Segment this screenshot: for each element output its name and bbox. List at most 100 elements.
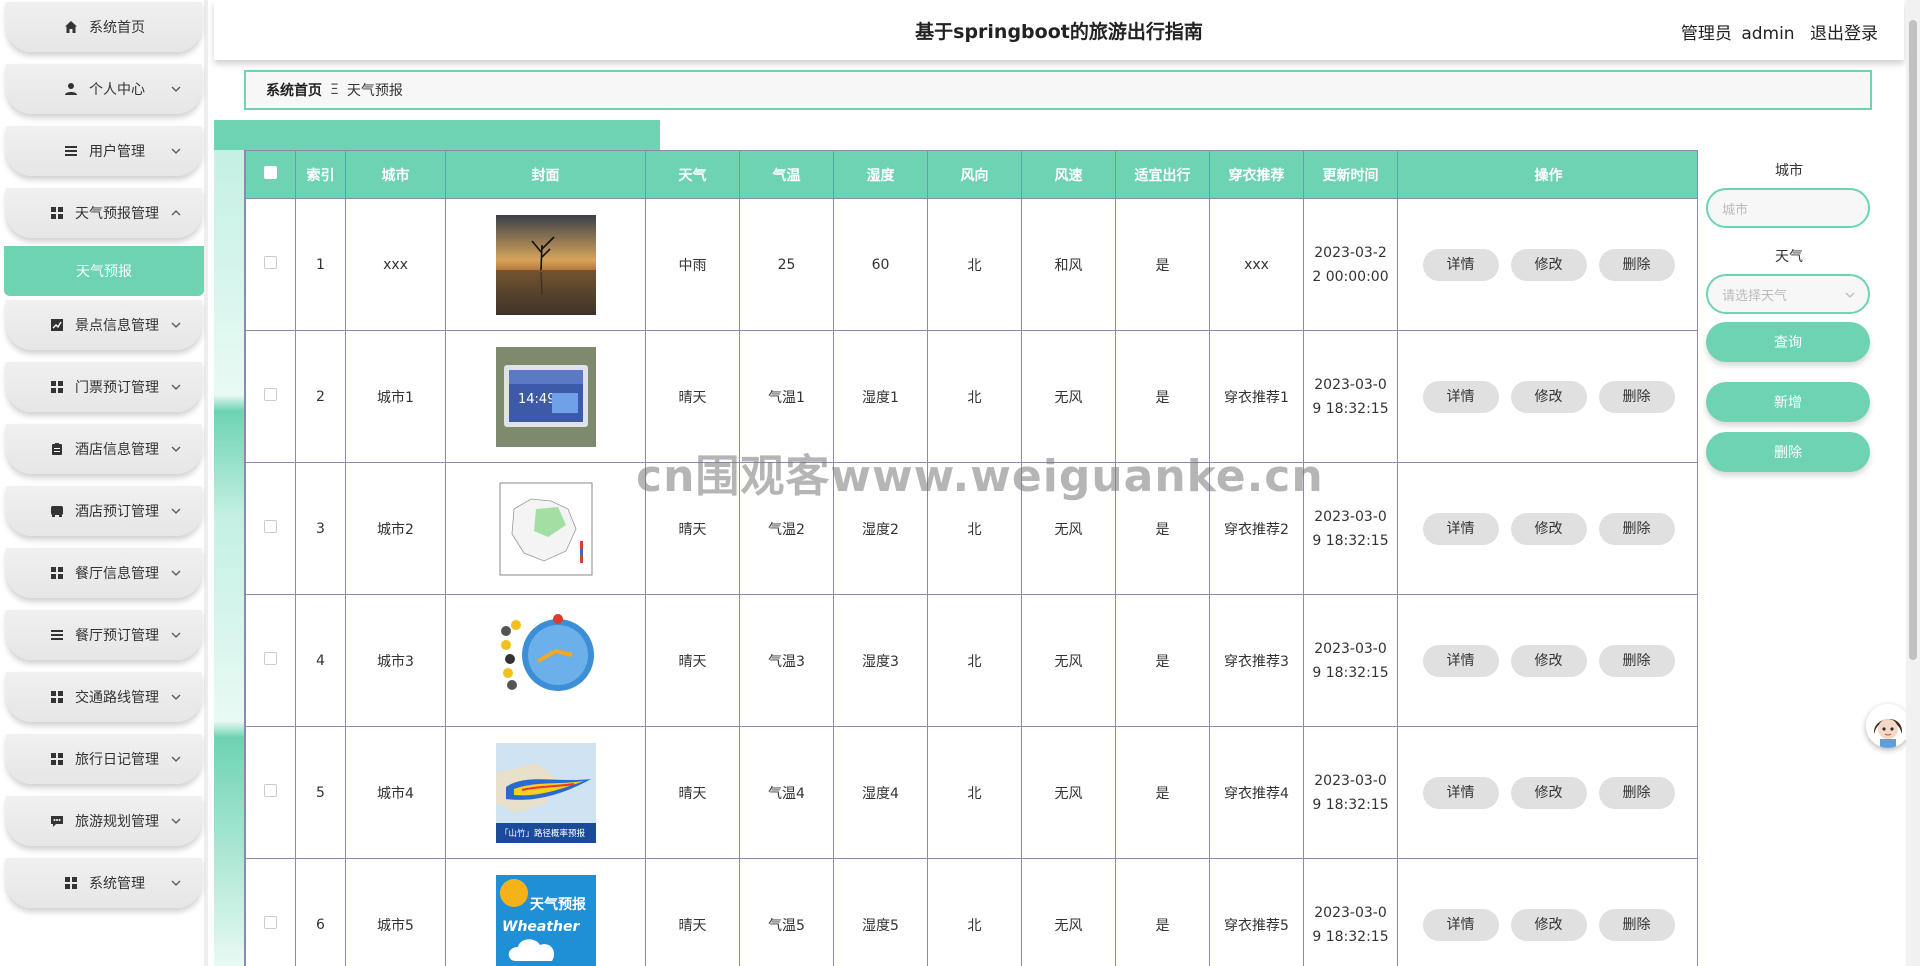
column-header: 湿度 bbox=[833, 150, 928, 199]
cell-clothing: 穿衣推荐3 bbox=[1209, 594, 1304, 727]
sidebar-item-hotels[interactable]: 酒店信息管理 bbox=[6, 424, 202, 474]
sidebar-item-label: 交通路线管理 bbox=[75, 690, 159, 706]
sidebar-item-label: 天气预报管理 bbox=[75, 206, 159, 222]
cell-suitable: 是 bbox=[1115, 594, 1210, 727]
cell-temp: 25 bbox=[739, 198, 834, 331]
weather-table: 索引 城市 封面 天气 气温 湿度 风向 风速 适宜出行 穿衣推荐 更新时间 操… bbox=[245, 150, 1697, 966]
sidebar-item-attractions[interactable]: 景点信息管理 bbox=[6, 300, 202, 350]
cell-temp: 气温4 bbox=[739, 726, 834, 859]
delete-button[interactable]: 删除 bbox=[1598, 644, 1675, 677]
cell-clothing: xxx bbox=[1209, 198, 1304, 331]
chevron-down-icon bbox=[171, 508, 181, 514]
cell-index: 6 bbox=[295, 858, 346, 966]
sidebar-item-label: 餐厅信息管理 bbox=[75, 566, 159, 582]
select-all-checkbox[interactable] bbox=[264, 166, 277, 179]
row-checkbox[interactable] bbox=[264, 652, 277, 665]
table-row: 5 城市4 「山竹」路径概率预报 晴天 气温4 湿度4 北 无风 是 穿衣推荐4… bbox=[245, 726, 1697, 859]
user-role: 管理员 bbox=[1680, 24, 1732, 44]
row-checkbox-cell[interactable] bbox=[245, 726, 296, 859]
column-header: 更新时间 bbox=[1303, 150, 1398, 199]
row-checkbox[interactable] bbox=[264, 916, 277, 929]
bus-icon bbox=[49, 503, 65, 519]
sidebar-subitem-weather-forecast[interactable]: 天气预报 bbox=[4, 246, 204, 296]
sidebar-item-profile[interactable]: 个人中心 bbox=[6, 64, 202, 114]
column-header: 天气 bbox=[645, 150, 740, 199]
column-header: 气温 bbox=[739, 150, 834, 199]
delete-button[interactable]: 删除 bbox=[1598, 512, 1675, 545]
table-header-row: 索引 城市 封面 天气 气温 湿度 风向 风速 适宜出行 穿衣推荐 更新时间 操… bbox=[245, 150, 1697, 199]
grid-icon bbox=[49, 751, 65, 767]
edit-button[interactable]: 修改 bbox=[1510, 908, 1587, 941]
cell-suitable: 是 bbox=[1115, 198, 1210, 331]
cell-time: 2023-03-22 00:00:00 bbox=[1303, 198, 1398, 331]
sidebar-item-home[interactable]: 系统首页 bbox=[6, 2, 202, 52]
breadcrumb-home[interactable]: 系统首页 bbox=[266, 80, 322, 100]
detail-button[interactable]: 详情 bbox=[1422, 380, 1499, 413]
delete-button[interactable]: 删除 bbox=[1598, 380, 1675, 413]
sidebar-item-diary[interactable]: 旅行日记管理 bbox=[6, 734, 202, 784]
cell-actions: 详情 修改 删除 bbox=[1397, 858, 1697, 966]
weather-select[interactable]: 请选择天气 bbox=[1706, 274, 1870, 314]
sidebar-item-restaurant-booking[interactable]: 餐厅预订管理 bbox=[6, 610, 202, 660]
column-header: 穿衣推荐 bbox=[1209, 150, 1304, 199]
chevron-down-icon bbox=[171, 818, 181, 824]
edit-button[interactable]: 修改 bbox=[1510, 512, 1587, 545]
edit-button[interactable]: 修改 bbox=[1510, 248, 1587, 281]
sidebar-item-restaurants[interactable]: 餐厅信息管理 bbox=[6, 548, 202, 598]
list-icon bbox=[49, 627, 65, 643]
edit-button[interactable]: 修改 bbox=[1510, 380, 1587, 413]
logout-link[interactable]: 退出登录 bbox=[1810, 24, 1878, 44]
sidebar-item-tickets[interactable]: 门票预订管理 bbox=[6, 362, 202, 412]
row-checkbox-cell[interactable] bbox=[245, 858, 296, 966]
add-button[interactable]: 新增 bbox=[1706, 382, 1870, 422]
sidebar-item-planning[interactable]: 旅游规划管理 bbox=[6, 796, 202, 846]
sidebar-item-system[interactable]: 系统管理 bbox=[6, 858, 202, 908]
row-checkbox[interactable] bbox=[264, 520, 277, 533]
row-checkbox[interactable] bbox=[264, 388, 277, 401]
sidebar-item-hotel-booking[interactable]: 酒店预订管理 bbox=[6, 486, 202, 536]
chevron-down-icon bbox=[171, 632, 181, 638]
detail-button[interactable]: 详情 bbox=[1422, 248, 1499, 281]
select-all-checkbox-cell[interactable] bbox=[245, 150, 296, 199]
cell-cover: 天气预报 Wheather bbox=[445, 858, 646, 966]
grid-icon bbox=[49, 689, 65, 705]
column-header: 适宜出行 bbox=[1115, 150, 1210, 199]
clipboard-icon bbox=[49, 441, 65, 457]
edit-button[interactable]: 修改 bbox=[1510, 776, 1587, 809]
search-panel: 城市 城市 天气 请选择天气 查询 新增 删除 bbox=[1706, 150, 1872, 472]
row-checkbox[interactable] bbox=[264, 256, 277, 269]
cover-banner-sub: Wheather bbox=[502, 919, 581, 935]
delete-button[interactable]: 删除 bbox=[1598, 908, 1675, 941]
cell-time: 2023-03-09 18:32:15 bbox=[1303, 858, 1398, 966]
sidebar-item-weather[interactable]: 天气预报管理 bbox=[6, 188, 202, 238]
detail-button[interactable]: 详情 bbox=[1422, 512, 1499, 545]
cell-city: 城市5 bbox=[345, 858, 446, 966]
page-scrollbar[interactable] bbox=[1906, 0, 1920, 966]
table-row: 6 城市5 天气预报 Wheather 晴天 气温5 湿度5 北 无风 是 穿衣… bbox=[245, 858, 1697, 966]
sidebar-item-users[interactable]: 用户管理 bbox=[6, 126, 202, 176]
row-checkbox-cell[interactable] bbox=[245, 594, 296, 727]
row-checkbox-cell[interactable] bbox=[245, 330, 296, 463]
chevron-down-icon bbox=[171, 384, 181, 390]
sidebar-item-traffic[interactable]: 交通路线管理 bbox=[6, 672, 202, 722]
batch-delete-button[interactable]: 删除 bbox=[1706, 432, 1870, 472]
delete-button[interactable]: 删除 bbox=[1598, 248, 1675, 281]
detail-button[interactable]: 详情 bbox=[1422, 908, 1499, 941]
delete-button[interactable]: 删除 bbox=[1598, 776, 1675, 809]
edit-button[interactable]: 修改 bbox=[1510, 644, 1587, 677]
cell-cover bbox=[445, 462, 646, 595]
row-checkbox[interactable] bbox=[264, 784, 277, 797]
query-button[interactable]: 查询 bbox=[1706, 322, 1870, 362]
city-search-placeholder: 城市 bbox=[1722, 202, 1749, 218]
detail-button[interactable]: 详情 bbox=[1422, 776, 1499, 809]
row-checkbox-cell[interactable] bbox=[245, 198, 296, 331]
row-checkbox-cell[interactable] bbox=[245, 462, 296, 595]
data-table-wrapper: 索引 城市 封面 天气 气温 湿度 风向 风速 适宜出行 穿衣推荐 更新时间 操… bbox=[244, 150, 1698, 966]
cell-weather: 晴天 bbox=[645, 858, 740, 966]
sidebar-item-label: 用户管理 bbox=[89, 144, 145, 160]
chevron-down-icon bbox=[171, 86, 181, 92]
assistant-avatar[interactable] bbox=[1866, 704, 1910, 748]
scrollbar-thumb[interactable] bbox=[1909, 20, 1917, 660]
detail-button[interactable]: 详情 bbox=[1422, 644, 1499, 677]
city-search-input[interactable]: 城市 bbox=[1706, 188, 1870, 228]
